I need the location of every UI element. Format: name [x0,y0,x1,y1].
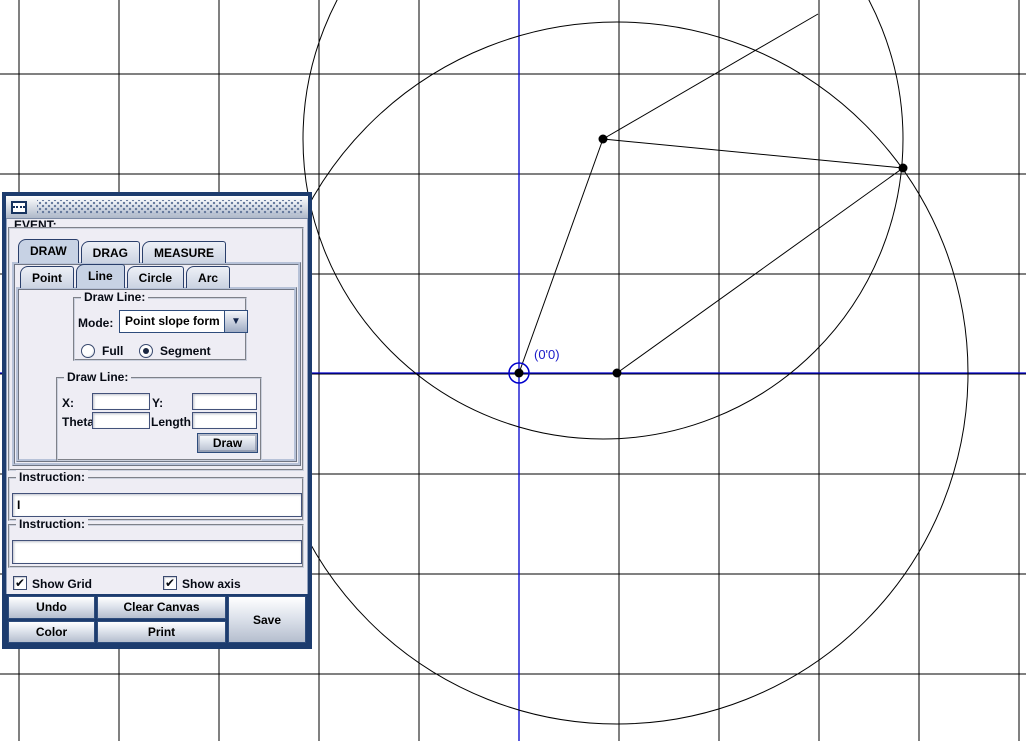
y-input[interactable] [192,393,257,410]
point-marker[interactable] [898,163,908,173]
tab-drag[interactable]: DRAG [80,241,141,263]
instruction-input-1[interactable] [12,493,302,517]
color-button[interactable]: Color [8,620,95,643]
tool-palette-window: EVENT: DRAW DRAG MEASURE Point Line Circle Ar… [2,192,312,649]
palette-title-bar[interactable] [6,196,308,219]
mode-selected-value: Point slope form [125,314,220,328]
show-grid-checkbox[interactable]: ✔ [13,576,27,590]
length-input[interactable] [192,412,257,429]
mode-tabs: DRAW DRAG MEASURE [18,239,228,263]
mode-label: Mode: [78,316,114,330]
draw-line-mode-title: Draw Line: [81,290,149,304]
shape-tabs: Point Line Circle Arc [20,264,232,288]
print-button[interactable]: Print [97,620,226,643]
subtab-circle[interactable]: Circle [126,266,185,288]
mode-select[interactable]: Point slope form ▼ [119,310,248,333]
action-buttons: Undo Clear Canvas Save Color Print [6,594,308,645]
subtab-line[interactable]: Line [76,264,125,288]
window-icon [11,200,27,214]
radio-full[interactable] [81,344,95,358]
theta-input[interactable] [92,412,150,429]
undo-button[interactable]: Undo [8,596,95,619]
point-marker[interactable] [598,134,608,144]
length-label: Length: [151,415,195,429]
save-button[interactable]: Save [228,596,306,643]
subtab-point[interactable]: Point [20,266,74,288]
radio-segment-label[interactable]: Segment [160,344,211,358]
title-drag-texture[interactable] [37,200,303,214]
instruction-input-2[interactable] [12,540,302,564]
clear-canvas-button[interactable]: Clear Canvas [97,596,226,619]
point-marker[interactable] [612,368,622,378]
screen: { "palette": { "event_label": "EVENT:", … [0,0,1026,741]
show-axis-checkbox[interactable]: ✔ [163,576,177,590]
chevron-down-icon[interactable]: ▼ [224,311,247,332]
radio-full-label[interactable]: Full [102,344,123,358]
tab-measure[interactable]: MEASURE [142,241,227,263]
y-label: Y: [152,396,164,410]
tab-draw[interactable]: DRAW [18,239,79,263]
origin-label: (0'0) [534,347,560,362]
instruction-title-1: Instruction: [16,470,88,484]
radio-segment[interactable] [139,344,153,358]
show-grid-label[interactable]: Show Grid [32,577,92,591]
show-axis-label[interactable]: Show axis [182,577,241,591]
instruction-title-2: Instruction: [16,517,88,531]
draw-line-params-title: Draw Line: [64,370,132,384]
draw-button[interactable]: Draw [197,433,258,453]
point-marker[interactable] [514,368,524,378]
x-input[interactable] [92,393,150,410]
x-label: X: [62,396,74,410]
subtab-arc[interactable]: Arc [186,266,231,288]
